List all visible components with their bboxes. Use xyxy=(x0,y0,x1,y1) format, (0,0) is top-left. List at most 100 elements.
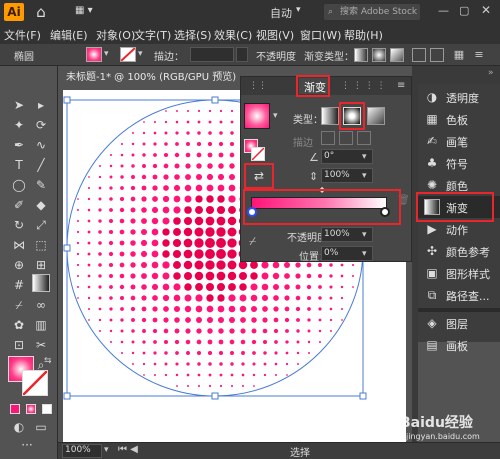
radial-gradient-button[interactable] xyxy=(372,48,386,62)
stroke-along-button[interactable] xyxy=(339,131,353,145)
pen-tool-icon[interactable]: ✒ xyxy=(10,136,28,154)
maximize-button[interactable]: ▢ xyxy=(459,4,469,17)
more-tools-icon[interactable]: ··· xyxy=(18,436,36,454)
bounding-box-handle[interactable] xyxy=(211,96,219,104)
panel-menu-icon[interactable]: ≡ xyxy=(472,48,486,62)
scale-tool-icon[interactable]: ⤢ xyxy=(32,216,50,234)
draw-mode-icon[interactable]: ◐ xyxy=(10,418,28,436)
menu-window[interactable]: 窗口(W) xyxy=(300,27,341,43)
eyedropper-tool-icon[interactable]: ⌿ xyxy=(10,296,28,314)
close-button[interactable]: ✕ xyxy=(481,3,491,17)
menu-view[interactable]: 视图(V) xyxy=(256,27,294,43)
screen-mode-icon[interactable]: ▭ xyxy=(32,418,50,436)
stroke-weight-dropdown[interactable] xyxy=(236,47,248,62)
menu-type[interactable]: 文字(T) xyxy=(134,27,171,43)
chevron-down-icon[interactable]: ▾ xyxy=(273,111,278,121)
perspective-grid-icon[interactable]: ⊞ xyxy=(32,256,50,274)
symbol-sprayer-icon[interactable]: ✿ xyxy=(10,316,28,334)
width-tool-icon[interactable]: ⋈ xyxy=(10,236,28,254)
chevron-down-icon[interactable]: ▾ xyxy=(362,249,367,259)
edit-gradient-button[interactable] xyxy=(412,48,426,62)
panel-item-brushes[interactable]: ✍ 画笔 xyxy=(418,130,500,152)
minimize-button[interactable]: — xyxy=(438,4,449,17)
chevron-down-icon[interactable]: ▾ xyxy=(362,171,367,181)
pencil-tool-icon[interactable]: ✎ xyxy=(32,176,50,194)
panel-item-symbols[interactable]: ♣ 符号 xyxy=(418,152,500,174)
chevron-down-icon[interactable]: ▾ xyxy=(296,5,301,15)
bounding-box-handle[interactable] xyxy=(63,96,71,104)
eyedropper-icon[interactable]: ⌿ xyxy=(249,234,256,249)
bounding-box-handle[interactable] xyxy=(211,392,219,400)
curvature-tool-icon[interactable]: ∿ xyxy=(32,136,50,154)
magic-wand-icon[interactable]: ✦ xyxy=(10,116,28,134)
grid-icon[interactable]: ▦ xyxy=(452,48,466,62)
gradient-stroke-box[interactable] xyxy=(251,147,265,161)
chevron-down-icon[interactable]: ▾ xyxy=(138,49,143,59)
stroke-across-button[interactable] xyxy=(357,131,371,145)
bounding-box-handle[interactable] xyxy=(359,392,367,400)
panel-item-layers[interactable]: ◈ 图层 xyxy=(418,312,500,334)
bounding-box-handle[interactable] xyxy=(63,244,71,252)
arrange-documents-icon[interactable]: ▦ ▾ xyxy=(75,5,105,19)
freeform-type-button[interactable] xyxy=(367,107,385,125)
panel-item-artboards[interactable]: ▤ 画板 xyxy=(418,334,500,356)
menu-help[interactable]: 帮助(H) xyxy=(344,27,383,43)
none-mode-button[interactable] xyxy=(42,404,52,414)
shape-builder-icon[interactable]: ⊕ xyxy=(10,256,28,274)
panel-item-pathfinder[interactable]: ⧉ 路径查... xyxy=(418,284,500,306)
artboard-nav[interactable]: ⏮ ◀ xyxy=(118,444,138,455)
linear-gradient-button[interactable] xyxy=(354,48,368,62)
chevron-down-icon[interactable]: ▾ xyxy=(362,230,367,240)
stroke-within-button[interactable] xyxy=(321,131,335,145)
document-tab[interactable]: 未标题-1* @ 100% (RGB/GPU 预览) × xyxy=(62,70,242,99)
brush-tool-icon[interactable]: ✐ xyxy=(10,196,28,214)
type-tool-icon[interactable]: T xyxy=(10,156,28,174)
blend-tool-icon[interactable]: ∞ xyxy=(32,296,50,314)
chevron-down-icon[interactable]: ▾ xyxy=(104,49,109,59)
menu-select[interactable]: 选择(S) xyxy=(174,27,212,43)
slice-tool-icon[interactable]: ✂ xyxy=(32,336,50,354)
stroke-color-box[interactable] xyxy=(22,370,48,396)
ellipse-tool-icon[interactable]: ◯ xyxy=(10,176,28,194)
lasso-icon[interactable]: ⟳ xyxy=(32,116,50,134)
menu-file[interactable]: 文件(F) xyxy=(4,27,41,43)
gradient-tool-icon[interactable] xyxy=(32,274,50,292)
panel-menu-icon[interactable]: ≡ xyxy=(397,80,405,91)
collapse-icon[interactable]: » xyxy=(488,68,494,78)
gradient-preview-swatch[interactable] xyxy=(244,103,270,129)
fill-swatch[interactable] xyxy=(86,47,102,62)
panel-grip-icon[interactable]: ⋮⋮ xyxy=(249,81,267,91)
workspace-switcher[interactable]: 自动 xyxy=(270,5,292,21)
linear-type-button[interactable] xyxy=(321,107,339,125)
line-tool-icon[interactable]: ╱ xyxy=(32,156,50,174)
zoom-field[interactable]: 100% xyxy=(62,444,102,458)
chevron-down-icon[interactable]: ▾ xyxy=(362,152,367,162)
menu-effect[interactable]: 效果(C) xyxy=(214,27,252,43)
selection-tool-icon[interactable]: ➤ xyxy=(10,96,28,114)
graph-tool-icon[interactable]: ▥ xyxy=(32,316,50,334)
gradient-mode-button[interactable] xyxy=(26,404,36,414)
menu-object[interactable]: 对象(O) xyxy=(96,27,135,43)
freeform-gradient-button[interactable] xyxy=(390,48,404,62)
artboard-tool-icon[interactable]: ⊡ xyxy=(10,336,28,354)
stroke-swatch[interactable] xyxy=(120,47,136,62)
align-button[interactable] xyxy=(430,48,444,62)
mesh-tool-icon[interactable]: # xyxy=(10,276,28,294)
panel-item-color-guide[interactable]: ✣ 颜色参考 xyxy=(418,240,500,262)
swap-colors-icon[interactable]: ⇆ xyxy=(44,356,52,366)
eraser-tool-icon[interactable]: ◆ xyxy=(32,196,50,214)
stock-search-field[interactable]: ⌕ 搜索 Adobe Stock xyxy=(324,4,420,20)
stroke-weight-field[interactable] xyxy=(190,47,234,62)
panel-item-graphic-styles[interactable]: ▣ 图形样式 xyxy=(418,262,500,284)
direct-selection-tool-icon[interactable]: ▸ xyxy=(32,96,50,114)
panel-item-swatches[interactable]: ▦ 色板 xyxy=(418,108,500,130)
free-transform-icon[interactable]: ⬚ xyxy=(32,236,50,254)
color-mode-button[interactable] xyxy=(10,404,20,414)
home-icon[interactable]: ⌂ xyxy=(32,3,50,21)
rotate-tool-icon[interactable]: ↻ xyxy=(10,216,28,234)
panel-item-actions[interactable]: ▶ 动作 xyxy=(418,218,500,240)
chevron-down-icon[interactable]: ▾ xyxy=(104,445,109,455)
bounding-box-handle[interactable] xyxy=(63,392,71,400)
menu-edit[interactable]: 编辑(E) xyxy=(50,27,88,43)
panel-item-transparency[interactable]: ◑ 透明度 xyxy=(418,86,500,108)
